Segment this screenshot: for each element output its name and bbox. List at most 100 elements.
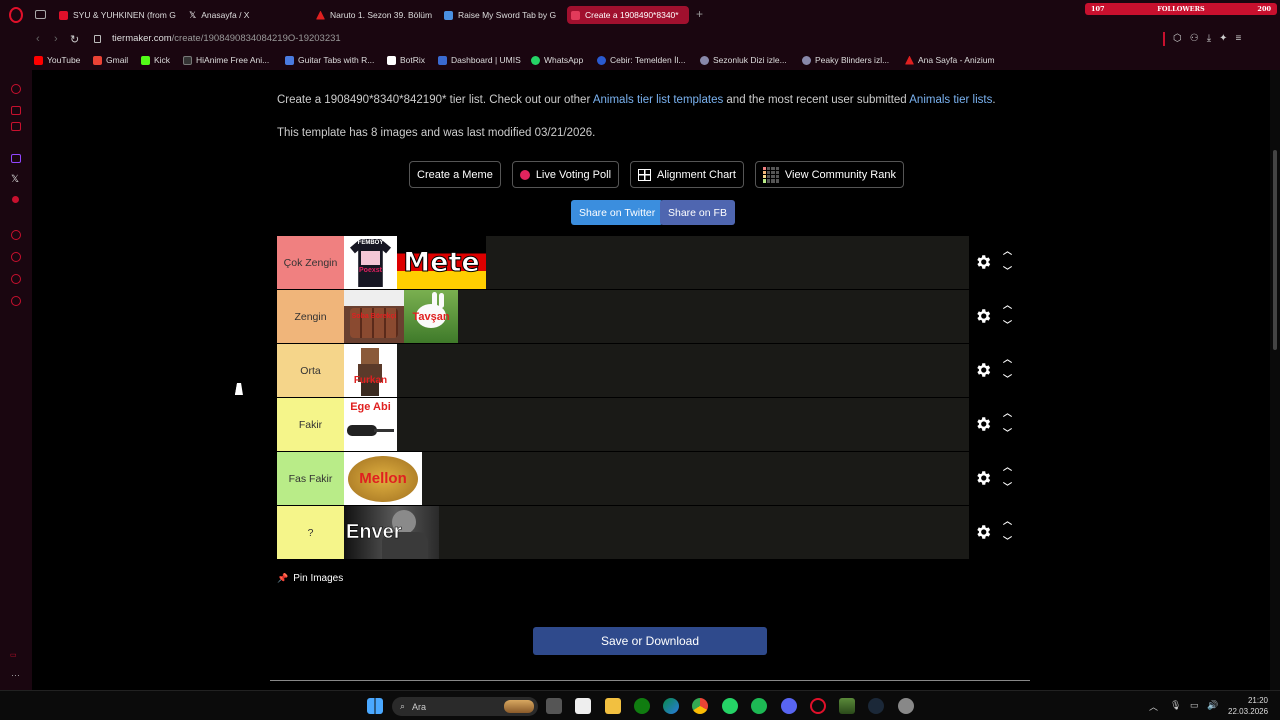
tab-x-home[interactable]: 𝕏 Anasayfa / X	[185, 6, 307, 24]
chevron-down-icon[interactable]: ﹀	[1003, 537, 1012, 546]
volume-icon[interactable]: 🔊	[1207, 700, 1218, 711]
extensions-icon[interactable]: ⬡	[1173, 33, 1182, 44]
scrollbar-thumb[interactable]	[1273, 150, 1277, 350]
bookmark-anizium[interactable]: Ana Sayfa - Anizium	[905, 53, 995, 67]
reload-icon[interactable]: ↻	[70, 33, 79, 46]
gear-icon[interactable]	[974, 523, 992, 541]
tier-image-mete[interactable]: Mete	[397, 236, 486, 289]
animals-templates-link[interactable]: Animals tier list templates	[593, 94, 723, 106]
tier-items[interactable]: Mellon	[344, 452, 969, 505]
bookmark-umis[interactable]: Dashboard | UMIS	[438, 53, 521, 67]
store-icon[interactable]	[575, 698, 591, 714]
extensions-icon[interactable]	[11, 274, 21, 284]
bookmark-kick[interactable]: Kick	[141, 53, 170, 67]
bookmark-peaky-blinders[interactable]: Peaky Blinders izl...	[802, 53, 889, 67]
network-icon[interactable]: ▭	[1190, 700, 1199, 711]
tier-items[interactable]: Ege Abi	[344, 398, 969, 451]
task-view-icon[interactable]	[546, 698, 562, 714]
tab-overview-icon[interactable]	[35, 10, 46, 19]
back-arrow-icon[interactable]: ‹	[36, 33, 40, 45]
save-or-download-button[interactable]: Save or Download	[533, 627, 767, 655]
tier-label[interactable]: Zengin	[277, 290, 344, 343]
chevron-up-icon[interactable]: ︿	[1003, 463, 1012, 472]
menu-icon[interactable]: ≡	[1236, 33, 1242, 44]
taskbar-search[interactable]: ⌕ Ara	[392, 697, 538, 716]
tab-syu-yuhkinen[interactable]: SYU & YUHKINEN (from G	[55, 6, 177, 24]
forward-arrow-icon[interactable]: ›	[54, 33, 58, 45]
tier-image-mellon[interactable]: Mellon	[344, 452, 422, 505]
tab-tiermaker-active[interactable]: Create a 1908490*8340*	[567, 6, 689, 24]
opera-gx-icon[interactable]	[810, 698, 826, 714]
more-dots-icon[interactable]: ···	[11, 670, 20, 680]
bookmark-guitar-tabs[interactable]: Guitar Tabs with R...	[285, 53, 374, 67]
whatsapp-icon[interactable]	[722, 698, 738, 714]
bookmark-gmail[interactable]: Gmail	[93, 53, 128, 67]
chevron-down-icon[interactable]: ﹀	[1003, 375, 1012, 384]
tier-items[interactable]: Enver	[344, 506, 969, 559]
steam-icon[interactable]	[868, 698, 884, 714]
pinboard-icon[interactable]: ▭	[10, 651, 17, 659]
tier-image-tavsan[interactable]: Tavşan	[404, 290, 458, 343]
chevron-up-icon[interactable]: ︿	[1003, 355, 1012, 364]
tier-label[interactable]: Fakir	[277, 398, 344, 451]
bookmark-youtube[interactable]: YouTube	[34, 53, 80, 67]
chevron-down-icon[interactable]: ﹀	[1003, 321, 1012, 330]
share-twitter-button[interactable]: Share on Twitter	[571, 200, 664, 225]
tier-label[interactable]: ?	[277, 506, 344, 559]
microphone-icon[interactable]: 🎙	[1170, 700, 1181, 711]
page-scrollbar[interactable]	[1270, 70, 1280, 690]
chevron-up-icon[interactable]: ︿	[1003, 409, 1012, 418]
minecraft-icon[interactable]	[839, 698, 855, 714]
bookmark-botrix[interactable]: BotRix	[387, 53, 425, 67]
music-icon[interactable]	[12, 196, 19, 203]
discord-icon[interactable]	[781, 698, 797, 714]
aria-ai-icon[interactable]: ✦	[1219, 33, 1227, 44]
gear-icon[interactable]	[974, 307, 992, 325]
live-voting-poll-button[interactable]: Live Voting Poll	[511, 161, 620, 188]
xbox-icon[interactable]	[634, 698, 650, 714]
aria-icon[interactable]	[11, 84, 21, 94]
bookmark-cebir[interactable]: Cebir: Temelden İl...	[597, 53, 685, 67]
tier-label[interactable]: Çok Zengin	[277, 236, 344, 289]
gear-icon[interactable]	[974, 253, 992, 271]
tier-image-femboy[interactable]: FEMBOY Poexst	[344, 236, 397, 289]
share-fb-button[interactable]: Share on FB	[660, 200, 735, 225]
chevron-down-icon[interactable]: ﹀	[1003, 267, 1012, 276]
create-meme-button[interactable]: Create a Meme	[409, 161, 501, 188]
spotify-icon[interactable]	[751, 698, 767, 714]
tier-image-enver[interactable]: Enver	[344, 506, 439, 559]
animals-lists-link[interactable]: Animals tier lists	[909, 94, 992, 106]
new-tab-plus-icon[interactable]: +	[696, 8, 703, 20]
player-icon[interactable]	[11, 230, 21, 240]
gear-icon[interactable]	[974, 361, 992, 379]
tier-image-furkan[interactable]: Furkan	[344, 344, 397, 397]
tier-items[interactable]: Furkan	[344, 344, 969, 397]
bookmark-hianime[interactable]: HiAnime Free Ani...	[183, 53, 269, 67]
chevron-down-icon[interactable]: ﹀	[1003, 483, 1012, 492]
chat-icon[interactable]	[11, 122, 21, 131]
profile-icon[interactable]: ⚇	[1190, 33, 1199, 44]
settings-icon[interactable]	[11, 296, 21, 306]
chrome-icon[interactable]	[692, 698, 708, 714]
alignment-chart-button[interactable]: Alignment Chart	[630, 161, 744, 188]
tier-image-ege[interactable]: Ege Abi	[344, 398, 397, 451]
edge-icon[interactable]	[663, 698, 679, 714]
download-icon[interactable]: ⤓	[1207, 33, 1211, 44]
gear-icon[interactable]	[974, 469, 992, 487]
url-field[interactable]: tiermaker.com/create/1908490834084219O-1…	[112, 33, 341, 44]
tier-items[interactable]: Soba Börekçi Tavşan	[344, 290, 969, 343]
bookmark-whatsapp[interactable]: WhatsApp	[531, 53, 583, 67]
history-icon[interactable]	[11, 252, 21, 262]
twitch-icon[interactable]	[11, 154, 21, 163]
file-explorer-icon[interactable]	[605, 698, 621, 714]
tier-image-soba[interactable]: Soba Börekçi	[344, 290, 404, 343]
messenger-icon[interactable]	[11, 106, 21, 115]
tab-naruto[interactable]: Naruto 1. Sezon 39. Bölüm	[312, 6, 434, 24]
chevron-up-icon[interactable]: ︿	[1003, 301, 1012, 310]
app-icon[interactable]	[898, 698, 914, 714]
tab-raise-my-sword[interactable]: Raise My Sword Tab by G	[440, 6, 562, 24]
chevron-up-icon[interactable]: ︿	[1003, 247, 1012, 256]
tier-items[interactable]: FEMBOY Poexst Mete	[344, 236, 969, 289]
chevron-down-icon[interactable]: ﹀	[1003, 429, 1012, 438]
pin-images-toggle[interactable]: 📌 Pin Images	[277, 573, 343, 584]
